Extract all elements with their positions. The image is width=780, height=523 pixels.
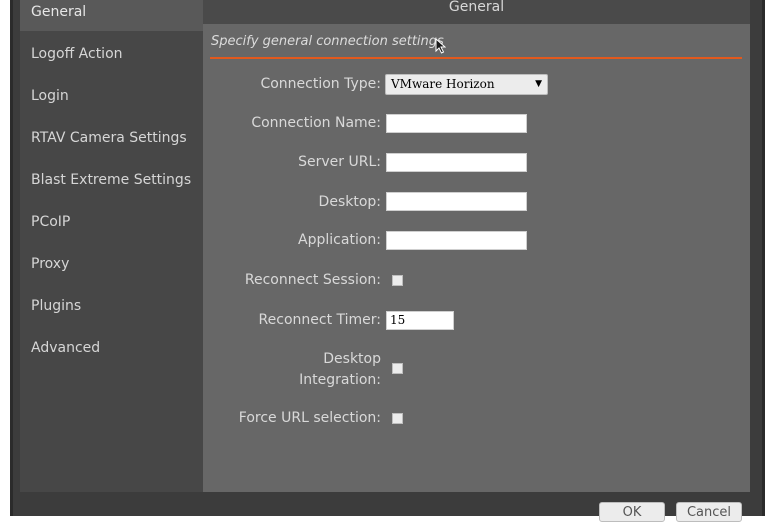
application-field[interactable] [386, 231, 527, 250]
connection-name-label: Connection Name: [251, 115, 381, 131]
force-url-selection-checkbox[interactable] [392, 413, 403, 424]
sidebar-item-login[interactable]: Login [20, 77, 203, 115]
sidebar-item-advanced[interactable]: Advanced [20, 329, 203, 367]
cancel-button[interactable]: Cancel [676, 502, 742, 522]
connection-type-select[interactable]: VMware Horizon ▼ [385, 74, 548, 95]
sidebar-item-blast-extreme-settings[interactable]: Blast Extreme Settings [20, 161, 203, 199]
mouse-pointer-icon [435, 38, 446, 54]
sidebar-item-rtav-camera-settings[interactable]: RTAV Camera Settings [20, 119, 203, 157]
application-label: Application: [298, 232, 381, 248]
connection-name-field[interactable] [386, 114, 527, 133]
panel-header: General [203, 0, 750, 24]
sidebar-item-pcoip[interactable]: PCoIP [20, 203, 203, 241]
settings-panel: Specify general connection settings Conn… [203, 24, 750, 492]
sidebar-item-logoff-action[interactable]: Logoff Action [20, 35, 203, 73]
reconnect-timer-label: Reconnect Timer: [258, 312, 381, 328]
panel-title: General [448, 0, 505, 15]
window-frame-right [765, 0, 780, 516]
reconnect-timer-field[interactable]: 15 [386, 311, 454, 330]
desktop-integration-checkbox[interactable] [392, 363, 403, 374]
window-edge-right [750, 0, 762, 492]
connection-type-value: VMware Horizon [391, 77, 495, 91]
desktop-integration-label-line1: Desktop [323, 351, 381, 367]
reconnect-session-label: Reconnect Session: [244, 272, 381, 288]
connection-type-label: Connection Type: [260, 76, 381, 92]
force-url-selection-label: Force URL selection: [238, 410, 381, 426]
reconnect-session-checkbox[interactable] [392, 275, 403, 286]
desktop-field[interactable] [386, 192, 527, 211]
window-edge-left [13, 0, 20, 492]
sidebar-item-proxy[interactable]: Proxy [20, 245, 203, 283]
sidebar: General Logoff Action Login RTAV Camera … [20, 0, 203, 492]
desktop-integration-label-line2: Integration: [299, 372, 381, 388]
sidebar-item-general[interactable]: General [20, 0, 203, 31]
server-url-field[interactable] [386, 153, 527, 172]
dropdown-arrow-icon: ▼ [535, 79, 542, 89]
server-url-label: Server URL: [298, 154, 381, 170]
section-divider [210, 57, 742, 59]
sidebar-item-plugins[interactable]: Plugins [20, 287, 203, 325]
ok-button[interactable]: OK [599, 502, 665, 522]
section-title: Specify general connection settings [211, 34, 444, 49]
desktop-label: Desktop: [318, 194, 381, 210]
